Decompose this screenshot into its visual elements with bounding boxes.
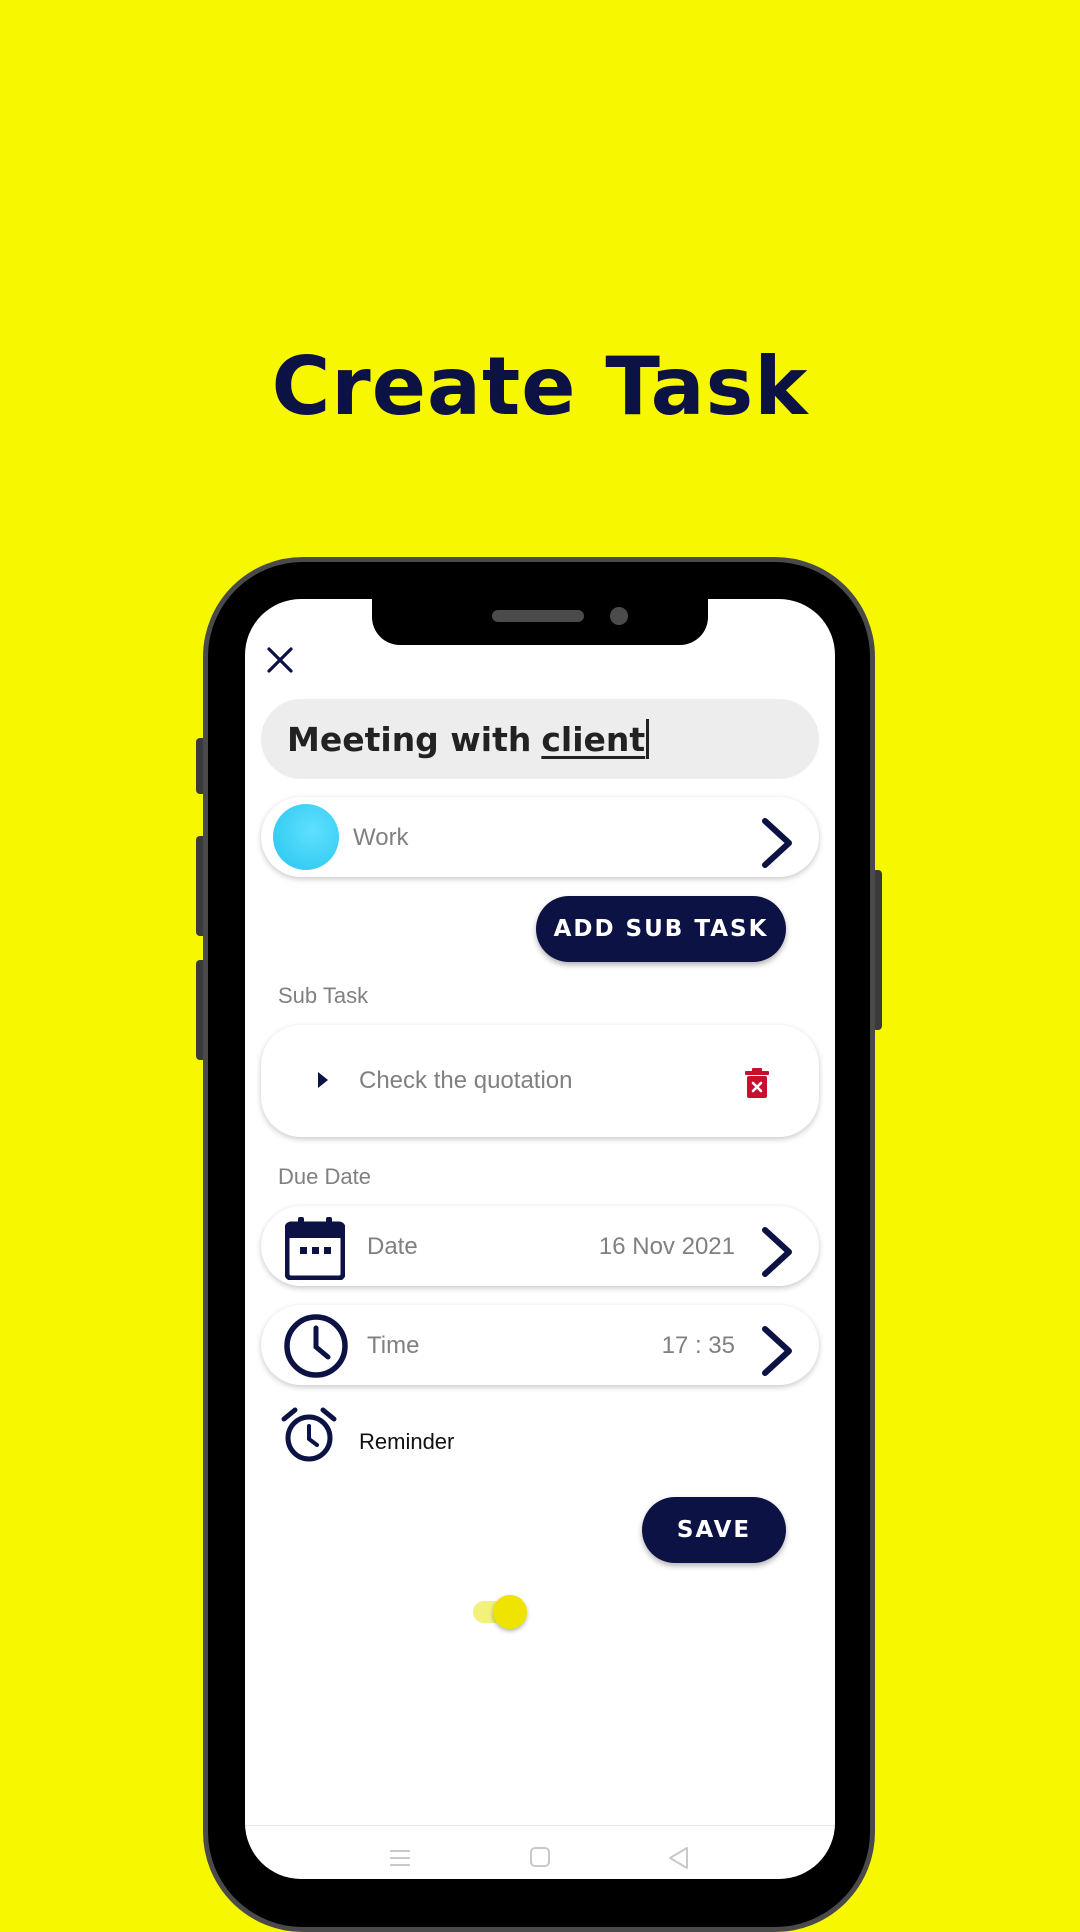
subtask-section-label: Sub Task [278, 983, 369, 1008]
clock-icon [284, 1314, 348, 1378]
due-date-section-label: Due Date [278, 1164, 371, 1189]
speaker-grille [492, 610, 584, 622]
time-value: 17 : 35 [661, 1332, 735, 1359]
category-color-dot [273, 804, 339, 870]
phone-notch [372, 599, 708, 645]
time-selector[interactable]: Time 17 : 35 [261, 1305, 819, 1385]
calendar-icon [285, 1217, 345, 1280]
date-selector[interactable]: Date 16 Nov 2021 [261, 1206, 819, 1286]
subtask-text: Check the quotation [359, 1067, 573, 1094]
time-label: Time [367, 1332, 420, 1359]
text-caret [646, 719, 650, 759]
reminder-label: Reminder [359, 1429, 455, 1454]
date-label: Date [367, 1233, 418, 1260]
chevron-right-icon [762, 1227, 792, 1277]
chevron-right-icon [762, 1326, 792, 1376]
front-camera [610, 607, 628, 625]
phone-screen: Meeting with client Work ADD SUB TASK Su… [245, 599, 835, 1879]
subtask-item[interactable]: Check the quotation [261, 1025, 819, 1137]
page-headline: Create Task [271, 340, 809, 433]
date-value: 16 Nov 2021 [598, 1233, 735, 1260]
caret-right-icon[interactable] [317, 1071, 329, 1089]
task-title-input[interactable]: Meeting with client [261, 699, 819, 779]
chevron-right-icon [762, 818, 792, 868]
task-title-text: Meeting with [287, 719, 532, 759]
add-subtask-button[interactable]: ADD SUB TASK [536, 896, 786, 962]
close-icon[interactable] [265, 645, 295, 675]
task-title-underlined-word: client [541, 719, 646, 759]
save-button[interactable]: SAVE [642, 1497, 786, 1563]
category-label: Work [353, 824, 409, 851]
trash-icon[interactable] [744, 1067, 770, 1099]
category-selector[interactable]: Work [261, 797, 819, 877]
alarm-clock-icon [281, 1407, 337, 1462]
